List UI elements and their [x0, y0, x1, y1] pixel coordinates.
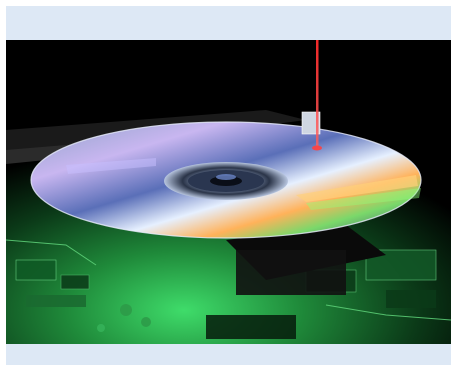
- figure-frame: [6, 6, 451, 365]
- optical-drive-photo: [6, 40, 451, 344]
